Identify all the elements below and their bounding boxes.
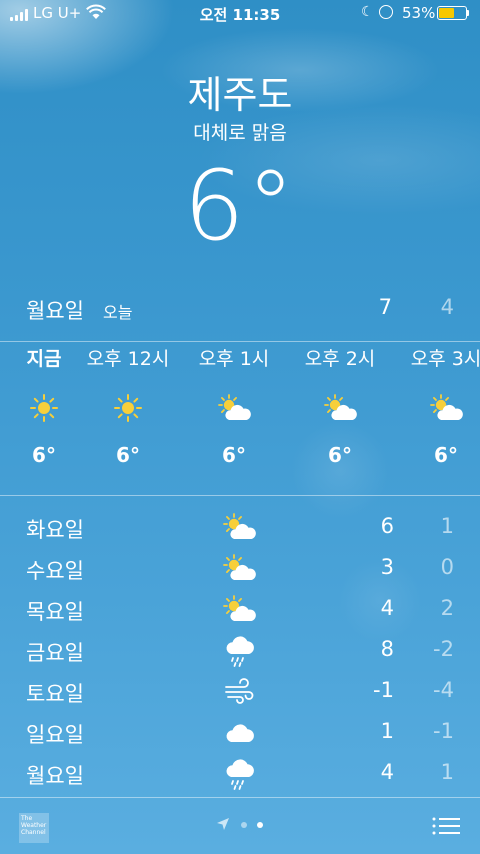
cloud-icon [222,717,256,751]
hour-label: 오후 2시 [304,348,376,370]
city-name: 제주도 [187,73,293,117]
location-arrow-icon [217,818,229,830]
today-summary: 월요일 오늘 7 4 [0,292,480,328]
hour-temp: 6° [328,443,352,467]
daily-row: 월요일 4 1 [0,756,480,797]
daily-row: 목요일 4 2 [0,592,480,633]
hour-item: 오후 3시 6° [396,344,480,467]
daily-high: 4 [380,760,394,784]
today-tag: 오늘 [103,303,133,322]
hour-item: 오후 1시 6° [184,344,284,467]
hour-label: 오후 1시 [198,348,270,370]
today-high: 7 [378,295,392,319]
daily-day: 금요일 [26,641,84,665]
partly-cloudy-icon [184,393,284,429]
partly-cloudy-icon [290,393,390,429]
daily-low: 2 [440,596,454,620]
status-bar: LG U+ 오전 11:35 ☾ 53% [0,0,480,28]
daily-day: 화요일 [26,518,84,542]
hour-temp: 6° [116,443,140,467]
partly-cloudy-icon [222,553,256,587]
daily-day: 목요일 [26,600,84,624]
daily-row: 일요일 1 -1 [0,715,480,756]
daily-day: 일요일 [26,723,84,747]
sun-icon [78,393,178,429]
partly-cloudy-icon [396,393,480,429]
daily-high: 8 [380,637,394,661]
rain-icon [222,635,256,669]
weather-channel-logo[interactable]: The Weather Channel [19,813,49,843]
hour-label: 오후 12시 [86,348,170,370]
page-indicator[interactable] [216,817,266,831]
rotation-lock-icon [379,5,393,19]
daily-row: 토요일 -1 -4 [0,674,480,715]
do-not-disturb-icon: ☾ [361,4,374,20]
daily-high: 4 [380,596,394,620]
daily-low: 1 [440,760,454,784]
hour-item: 오후 12시 6° [78,344,178,467]
partly-cloudy-icon [222,594,256,628]
daily-day: 수요일 [26,559,84,583]
page-dot [241,822,247,828]
hourly-forecast[interactable]: 지금 6° 오후 12시 6° 오후 1시 6° 오후 2시 6° 오후 3시 … [0,344,480,494]
today-day: 월요일 [26,299,84,323]
daily-day: 토요일 [26,682,84,706]
partly-cloudy-icon [222,512,256,546]
daily-day: 월요일 [26,764,84,788]
weather-condition: 대체로 맑음 [193,122,287,144]
battery-icon [437,6,467,20]
page-dot [257,822,263,828]
daily-row: 수요일 3 0 [0,551,480,592]
daily-row: 금요일 8 -2 [0,633,480,674]
rain-icon [222,758,256,792]
daily-high: 3 [380,555,394,579]
bottom-toolbar: The Weather Channel [0,797,480,854]
daily-low: 1 [440,514,454,538]
daily-low: 0 [440,555,454,579]
hour-temp: 6° [222,443,246,467]
wind-icon [222,676,256,710]
daily-low: -4 [433,678,454,702]
daily-high: 6 [380,514,394,538]
battery-percent: 53% [402,4,436,22]
divider [0,341,480,342]
daily-high: 1 [380,719,394,743]
today-low: 4 [440,295,454,319]
hour-temp: 6° [434,443,458,467]
daily-high: -1 [373,678,394,702]
hour-label: 오후 3시 [410,348,480,370]
daily-forecast[interactable]: 화요일 6 1 수요일 3 0 목요일 4 2 금요일 8 -2 토요일 -1 … [0,510,480,797]
divider [0,495,480,496]
city-list-icon[interactable] [432,816,460,836]
daily-low: -1 [433,719,454,743]
hour-item: 오후 2시 6° [290,344,390,467]
current-temperature: 6° [183,150,297,262]
daily-row: 화요일 6 1 [0,510,480,551]
daily-low: -2 [433,637,454,661]
